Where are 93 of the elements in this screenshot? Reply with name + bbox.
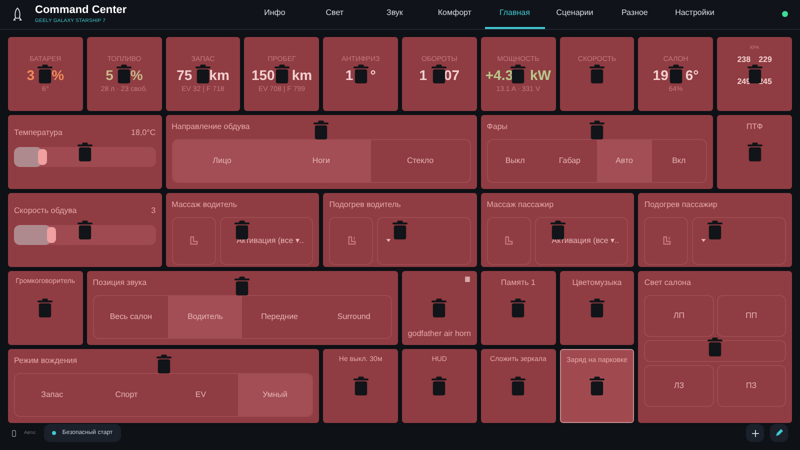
dropdown[interactable] xyxy=(377,216,471,265)
stat-value: 6° xyxy=(685,68,699,82)
caret-icon xyxy=(386,239,392,242)
stat-value: km xyxy=(209,68,230,82)
widget-title: Режим вождения xyxy=(14,354,78,367)
stat-value: 1 xyxy=(345,68,354,82)
widget-title: Массаж водитель xyxy=(172,198,237,211)
trash-icon[interactable] xyxy=(432,64,447,84)
rocket-icon xyxy=(12,6,23,22)
segment-option[interactable]: Водитель xyxy=(168,296,242,338)
segment-option[interactable]: Выкл xyxy=(488,140,542,182)
segment-option[interactable]: Вкл xyxy=(652,140,706,182)
stat-value: +4.3 xyxy=(485,68,514,82)
stat-value: km xyxy=(292,68,312,82)
segment-option[interactable]: Умный xyxy=(238,374,312,416)
segment-option[interactable]: Стекло xyxy=(370,140,470,182)
slider-track[interactable] xyxy=(14,146,156,167)
widget-card[interactable]: godfather air horn xyxy=(402,270,477,345)
widget-card[interactable]: Фары Выкл Габар Авто Вкл xyxy=(480,114,714,189)
nav-tab[interactable]: Главная xyxy=(484,0,545,29)
car-icon xyxy=(12,430,16,437)
widget-card[interactable]: Температура 18,0°C xyxy=(8,114,162,189)
segment-option[interactable]: Авто xyxy=(596,140,652,182)
stat-value: 3 xyxy=(26,68,35,82)
stat-value: % xyxy=(130,68,143,82)
widget-card[interactable]: Массаж пассажир Активация (все ▾.. xyxy=(480,192,634,267)
widget-title: Цветомузыка xyxy=(571,276,623,289)
segment-option[interactable]: Спорт xyxy=(89,374,164,416)
widget-title: Массаж пассажир xyxy=(486,198,554,211)
stat-value: 75 xyxy=(176,68,192,82)
app-title: Command Center xyxy=(35,4,127,16)
nav-tab[interactable]: Инфо xyxy=(244,0,305,29)
light-zone[interactable]: ПЗ xyxy=(716,364,786,407)
pencil-icon xyxy=(775,429,783,438)
stat-value: kW xyxy=(530,68,552,82)
stat-value: % xyxy=(52,68,64,82)
caret-icon xyxy=(701,239,706,242)
slider-reading: 18,0°C xyxy=(131,126,156,139)
widget-title: Подогрев пассажир xyxy=(644,198,718,211)
widget-title: Температура xyxy=(14,126,62,139)
widget-title: Память 1 xyxy=(500,276,536,289)
widget-title: Свет салона xyxy=(644,276,691,289)
widget-title: ПТФ xyxy=(745,120,764,133)
stat-value: 5 xyxy=(106,68,114,82)
nav-tab[interactable]: Настройки xyxy=(664,0,725,29)
widget-title: Позиция звука xyxy=(92,276,147,289)
nav-tab[interactable]: Сценарии xyxy=(544,0,605,29)
stat-value: 150 xyxy=(251,68,275,82)
segment-option[interactable]: Запас xyxy=(15,374,90,416)
stat-value: ° xyxy=(370,68,376,82)
widget-card[interactable]: Режим вождения Запас Спорт EV Умный xyxy=(8,348,320,423)
segment-option[interactable]: Весь салон xyxy=(94,296,168,338)
segment-option[interactable]: Габар xyxy=(542,140,597,182)
widget-title: godfather air horn xyxy=(406,328,472,340)
tire-pressure: 238 xyxy=(737,54,751,66)
widget-card[interactable]: Подогрев пассажир xyxy=(638,192,792,267)
widget-title: Подогрев водитель xyxy=(329,198,401,211)
trash-icon[interactable] xyxy=(510,64,526,84)
segment-option[interactable]: Ноги xyxy=(272,140,371,182)
widget-card[interactable]: ПТФ xyxy=(717,114,792,189)
widget-card[interactable]: Скорость обдува 3 xyxy=(8,192,162,267)
widget-title: Скорость обдува xyxy=(14,204,77,217)
segment-option[interactable]: Лицо xyxy=(172,140,272,182)
light-zone[interactable]: ЛП xyxy=(644,294,714,337)
segment-option[interactable]: Передние xyxy=(242,296,317,338)
slider-reading: 3 xyxy=(151,204,156,217)
widget-card[interactable]: Позиция звука Весь салон Водитель Передние Surround xyxy=(86,270,398,345)
nav-tab[interactable]: Комфорт xyxy=(424,0,485,29)
widget-card[interactable]: Цветомузыка xyxy=(560,270,634,345)
tire-pressure: 229 xyxy=(758,54,772,66)
widget-title: Направление обдува xyxy=(172,120,250,133)
edit-button[interactable] xyxy=(770,424,788,442)
widget-card[interactable]: Подогрев водитель xyxy=(323,192,477,267)
widget-title: Фары xyxy=(486,120,508,133)
nav-tab[interactable]: Разное xyxy=(604,0,665,29)
add-button[interactable] xyxy=(746,424,764,442)
dropdown[interactable] xyxy=(692,216,786,265)
stat-value: 07 xyxy=(444,68,460,82)
light-zone[interactable]: ЛЗ xyxy=(644,364,714,407)
segment-option[interactable]: EV xyxy=(164,374,238,416)
nav-tab[interactable]: Звук xyxy=(364,0,425,29)
slider-track[interactable] xyxy=(14,224,156,245)
widget-card[interactable]: Массаж водитель Активация (все ▾.. xyxy=(166,192,320,267)
segment-option[interactable]: Surround xyxy=(316,296,391,338)
light-zone[interactable]: ПП xyxy=(716,294,786,337)
plus-icon xyxy=(752,430,758,437)
widget-card[interactable]: Направление обдува Лицо Ноги Стекло xyxy=(166,114,477,189)
stat-value: 19 xyxy=(652,68,668,82)
slider-thumb[interactable] xyxy=(38,148,48,165)
widget-card[interactable]: Память 1 xyxy=(480,270,556,345)
nav-tab[interactable]: Свет xyxy=(304,0,365,29)
widget-card[interactable]: Свет салона ЛП ПП ЛЗ ПЗ xyxy=(638,270,792,423)
stat-value: 1 xyxy=(419,68,427,82)
